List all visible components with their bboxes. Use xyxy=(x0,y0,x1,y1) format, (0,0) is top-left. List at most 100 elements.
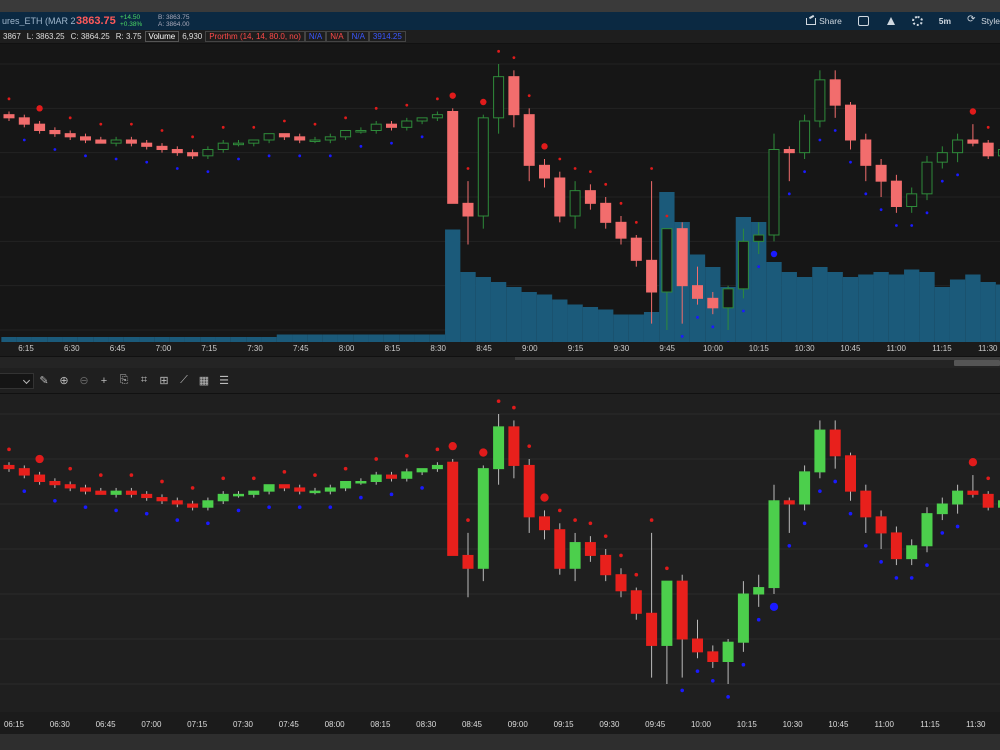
crosshair-tool[interactable]: + xyxy=(94,373,114,389)
zoom-in-tool[interactable]: ⊕ xyxy=(54,373,74,389)
sar-dot xyxy=(221,476,226,481)
fit-tool[interactable]: ⌗ xyxy=(134,373,154,389)
style-button[interactable]: Style xyxy=(959,14,1000,26)
bookmark-button[interactable] xyxy=(850,16,877,26)
time-tick-label: 08:45 xyxy=(461,720,483,729)
sar-dot xyxy=(634,220,638,224)
sar-dot xyxy=(420,135,424,139)
sar-dot xyxy=(757,265,761,269)
studies-button[interactable] xyxy=(877,16,904,26)
candle-up xyxy=(722,641,734,662)
last-price: 3863.75 xyxy=(76,15,116,27)
pattern-tool[interactable]: ⊞ xyxy=(154,373,174,389)
time-tick-label: 8:45 xyxy=(476,344,492,353)
trend-icon: ⟋ xyxy=(180,374,188,386)
sar-dot xyxy=(894,576,899,580)
candle-down xyxy=(18,468,30,476)
sar-dot xyxy=(955,524,960,529)
time-tick-label: 11:00 xyxy=(886,344,906,353)
draw-icon: ✎ xyxy=(39,375,49,387)
sar-dot xyxy=(190,486,195,490)
sar-dot xyxy=(741,662,746,667)
time-tick-label: 6:45 xyxy=(109,344,126,353)
candle-down xyxy=(278,484,290,489)
share-button[interactable]: Share xyxy=(797,16,850,26)
candle-down xyxy=(845,455,856,492)
sar-dot xyxy=(863,543,868,548)
draw-tool[interactable]: ✎ xyxy=(34,373,54,389)
candle-down xyxy=(707,297,719,309)
candle-up xyxy=(431,114,443,119)
interval-button[interactable]: 5m xyxy=(931,16,959,26)
bottom-price-chart[interactable] xyxy=(0,394,1000,712)
time-tick-label: 09:00 xyxy=(507,720,528,729)
candle-up xyxy=(233,142,244,146)
sar-dot xyxy=(864,192,868,196)
time-tick-label: 11:30 xyxy=(978,344,998,353)
sar-dot xyxy=(512,405,516,410)
scroll-handle[interactable] xyxy=(954,360,1000,366)
volume-bar xyxy=(429,334,446,342)
sar-dot xyxy=(53,498,57,503)
candle-down xyxy=(18,117,30,125)
candle-up xyxy=(737,240,749,290)
sar-dot xyxy=(986,125,990,129)
window-top-strip xyxy=(0,0,1000,12)
time-tick-label: 10:30 xyxy=(794,344,815,353)
candle-down xyxy=(156,497,168,502)
volume-bar xyxy=(552,299,568,342)
time-tick-label: 10:00 xyxy=(702,344,724,353)
candle-down xyxy=(523,114,535,166)
indicator-na-1: N/A xyxy=(304,31,327,42)
volume-label[interactable]: Volume xyxy=(144,31,180,42)
indicator-na-2: N/A xyxy=(326,31,348,42)
top-price-chart[interactable] xyxy=(0,44,1000,342)
sar-dot xyxy=(175,167,179,170)
indicator-label[interactable]: Prorthm (14, 14, 80.0, no) xyxy=(205,31,305,42)
table-tool[interactable]: ▦ xyxy=(194,373,214,389)
indicator-na-3: N/A xyxy=(347,31,369,42)
symbol-label[interactable]: ures_ETH (MAR 23) xyxy=(0,16,76,26)
candle-down xyxy=(125,490,137,495)
sar-dot xyxy=(787,192,791,196)
sar-dot xyxy=(527,444,532,448)
volume-bar xyxy=(934,287,950,342)
drawing-set-dropdown[interactable] xyxy=(0,372,34,389)
candle-down xyxy=(692,638,703,653)
volume-bar xyxy=(827,272,843,342)
candle-down xyxy=(3,114,15,119)
bottom-chart-svg[interactable] xyxy=(0,394,1000,712)
candle-down xyxy=(630,590,642,614)
sar-dot xyxy=(389,492,394,497)
share-icon xyxy=(805,16,817,26)
candle-up xyxy=(569,542,581,569)
candle-down xyxy=(554,529,566,569)
sar-dot xyxy=(436,97,439,101)
trend-tool[interactable]: ⟋ xyxy=(174,373,194,389)
candle-up xyxy=(248,490,260,495)
volume-bar xyxy=(858,274,874,342)
time-tick-label: 07:15 xyxy=(187,720,208,729)
candle-down xyxy=(783,500,795,505)
change-block: +14.50 +0.38% xyxy=(120,14,158,28)
sar-dot xyxy=(619,553,623,558)
flask-icon xyxy=(885,16,896,26)
panel-splitter[interactable] xyxy=(0,356,1000,368)
sar-dot xyxy=(114,508,118,513)
sar-dot xyxy=(588,521,593,526)
volume-bar xyxy=(873,272,889,342)
zoom-out-tool[interactable]: ⊖ xyxy=(74,373,94,389)
top-chart-svg[interactable] xyxy=(0,44,1000,342)
list-tool[interactable]: ☰ xyxy=(214,373,234,389)
sar-dot xyxy=(449,92,456,99)
sar-dot xyxy=(390,141,393,145)
volume-bar xyxy=(506,287,522,342)
notes-tool[interactable]: ⎘ xyxy=(114,373,134,389)
sar-dot xyxy=(252,125,256,129)
volume-bar xyxy=(337,334,354,342)
sar-dot xyxy=(527,94,531,98)
settings-button[interactable] xyxy=(904,16,931,26)
sar-dot xyxy=(7,447,11,452)
candle-up xyxy=(768,149,780,236)
sar-dot xyxy=(787,543,792,548)
